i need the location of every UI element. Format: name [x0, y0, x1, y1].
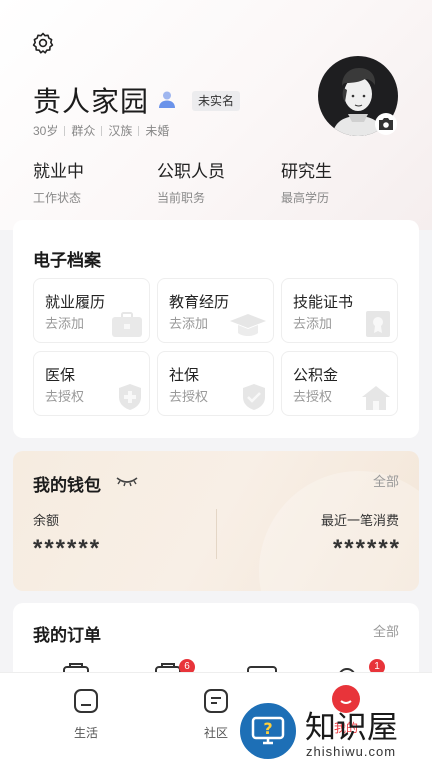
person-verify-icon: [159, 91, 175, 108]
tile-medical-insurance[interactable]: 医保 去授权: [33, 351, 150, 416]
tile-title: 技能证书: [293, 294, 354, 311]
stat-value: 公职人员: [157, 162, 225, 181]
tile-employment-history[interactable]: 就业履历 去添加: [33, 278, 150, 343]
archive-card: 电子档案 就业履历 去添加 教育经历 去添加 技能证书 去添加 医保 去授权 社…: [13, 220, 419, 438]
archive-title: 电子档案: [33, 251, 101, 270]
watermark-title: 知识屋: [305, 710, 398, 746]
tile-title: 医保: [45, 367, 76, 384]
stat-position[interactable]: 公职人员 当前职务: [157, 157, 225, 206]
tile-housing-fund[interactable]: 公积金 去授权: [281, 351, 398, 416]
profile-meta: 30岁 群众 汉族 未婚: [33, 122, 169, 139]
tile-social-insurance[interactable]: 社保 去授权: [157, 351, 274, 416]
tile-education-history[interactable]: 教育经历 去添加: [157, 278, 274, 343]
tile-action: 去添加: [293, 316, 333, 331]
shield-check-icon: [243, 384, 265, 410]
watermark-url: zhishiwu.com: [306, 744, 397, 759]
gear-icon[interactable]: [31, 31, 55, 55]
meta-age: 30岁: [33, 124, 59, 138]
tile-skill-certificate[interactable]: 技能证书 去添加: [281, 278, 398, 343]
orders-view-all-link[interactable]: 全部: [373, 621, 399, 640]
stat-label: 当前职务: [157, 191, 206, 205]
tile-action: 去添加: [169, 316, 209, 331]
tab-label: 生活: [73, 726, 98, 740]
stat-value: 就业中: [33, 162, 84, 181]
graduation-cap-icon: [230, 314, 266, 336]
svg-text:?: ?: [263, 719, 272, 738]
meta-politics: 群众: [71, 124, 96, 138]
change-avatar-button[interactable]: [375, 113, 397, 135]
tile-title: 公积金: [293, 367, 339, 384]
stat-education[interactable]: 研究生 最高学历: [281, 157, 332, 206]
briefcase-icon: [112, 312, 142, 337]
divider: [101, 125, 103, 136]
tile-action: 去授权: [169, 389, 209, 404]
divider: [138, 125, 140, 136]
divider: [64, 125, 66, 136]
balance-label: 余额: [33, 513, 60, 528]
verify-status-badge[interactable]: 未实名: [192, 91, 241, 111]
meta-ethnicity: 汉族: [108, 124, 133, 138]
wallet-view-all-link[interactable]: 全部: [373, 471, 399, 490]
orders-title: 我的订单: [33, 626, 101, 645]
tile-action: 去授权: [45, 389, 85, 404]
stat-value: 研究生: [281, 162, 332, 181]
community-tab-icon: [204, 689, 228, 713]
camera-icon: [379, 118, 393, 130]
home-tab-icon: [74, 689, 98, 713]
medical-cross-icon: [119, 384, 141, 410]
house-icon: [362, 386, 390, 410]
wallet-title: 我的钱包: [33, 476, 101, 495]
wallet-card[interactable]: 我的钱包 全部 余额 ****** 最近一笔消费 ******: [13, 451, 419, 591]
meta-marital: 未婚: [145, 124, 170, 138]
divider: [216, 509, 217, 559]
stat-label: 最高学历: [281, 191, 330, 205]
certificate-icon: [366, 311, 390, 337]
stat-work-status[interactable]: 就业中 工作状态: [33, 157, 84, 206]
user-name: 贵人家园: [33, 86, 150, 117]
recent-spend-value: ******: [332, 535, 401, 562]
tile-action: 去授权: [293, 389, 333, 404]
tab-life[interactable]: 生活: [56, 687, 116, 741]
recent-spend-label: 最近一笔消费: [320, 513, 399, 528]
tile-action: 去添加: [45, 316, 85, 331]
tile-title: 社保: [169, 367, 200, 384]
balance-value: ******: [33, 535, 102, 562]
eye-closed-icon[interactable]: [115, 475, 139, 487]
stat-label: 工作状态: [33, 191, 82, 205]
tile-title: 教育经历: [169, 294, 230, 311]
watermark-logo-icon: ?: [237, 700, 299, 762]
tile-title: 就业履历: [45, 294, 106, 311]
